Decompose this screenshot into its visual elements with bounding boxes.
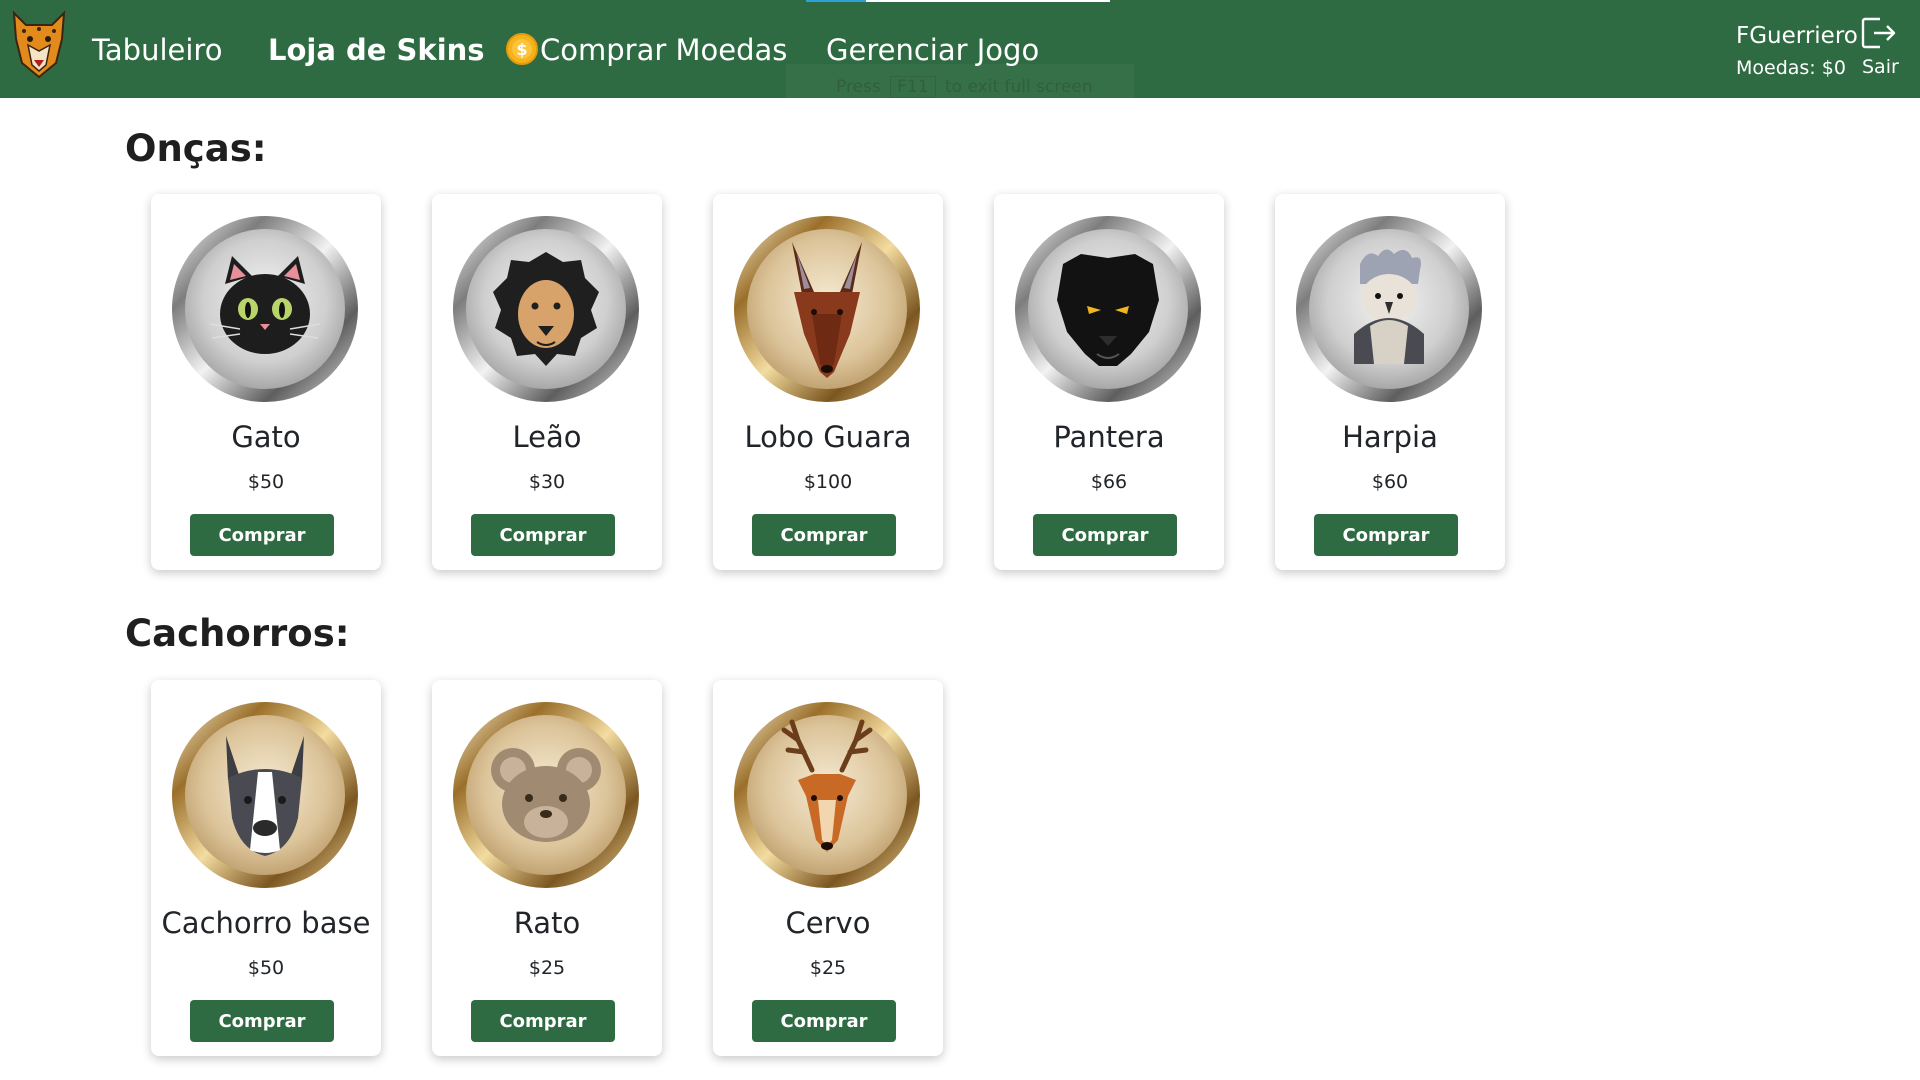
- user-name: FGuerriero: [1736, 23, 1858, 49]
- fullscreen-hint-suffix: to exit full screen: [944, 77, 1093, 97]
- skin-name: Cachorro base: [161, 906, 371, 940]
- nav-link-comprar-moedas-label: Comprar Moedas: [540, 33, 788, 67]
- maned-wolf-icon: [734, 216, 920, 402]
- fullscreen-hint-text: Press F11 to exit full screen: [836, 76, 1093, 98]
- buy-button[interactable]: Comprar: [471, 1000, 615, 1042]
- skin-card-gato: Gato $50 Comprar: [151, 194, 381, 570]
- buy-button[interactable]: Comprar: [471, 514, 615, 556]
- logout-icon[interactable]: [1860, 16, 1898, 50]
- nav-link-loja-de-skins[interactable]: Loja de Skins: [268, 30, 485, 70]
- fullscreen-hint-prefix: Press: [836, 77, 881, 97]
- skin-card-leao: Leão $30 Comprar: [432, 194, 662, 570]
- logout-button[interactable]: Sair: [1862, 54, 1899, 80]
- lion-icon: [453, 216, 639, 402]
- panther-icon: [1015, 216, 1201, 402]
- jaguar-logo-icon[interactable]: [8, 5, 70, 79]
- fullscreen-hint-key: F11: [890, 76, 936, 98]
- dog-icon: [172, 702, 358, 888]
- buy-button[interactable]: Comprar: [752, 1000, 896, 1042]
- skin-name: Gato: [231, 420, 301, 454]
- skin-price: $50: [247, 471, 285, 493]
- rat-icon: [453, 702, 639, 888]
- svg-text:$: $: [516, 40, 527, 59]
- nav-link-comprar-moedas[interactable]: $ Comprar Moedas: [506, 30, 787, 70]
- skin-name: Pantera: [1053, 420, 1165, 454]
- skin-card-pantera: Pantera $66 Comprar: [994, 194, 1224, 570]
- skin-name: Rato: [513, 906, 581, 940]
- user-coin-balance: Moedas: $0: [1736, 57, 1846, 79]
- section-title-cachorros: Cachorros:: [125, 612, 350, 655]
- buy-button[interactable]: Comprar: [190, 514, 334, 556]
- skin-price: $50: [247, 957, 285, 979]
- skin-name: Leão: [512, 420, 582, 454]
- deer-icon: [734, 702, 920, 888]
- skin-price: $25: [528, 957, 566, 979]
- skin-price: $60: [1371, 471, 1409, 493]
- skin-price: $66: [1090, 471, 1128, 493]
- section-title-oncas: Onças:: [125, 127, 267, 170]
- skin-card-cervo: Cervo $25 Comprar: [713, 680, 943, 1056]
- buy-button[interactable]: Comprar: [752, 514, 896, 556]
- fullscreen-indicator-accent: [806, 0, 866, 2]
- buy-button[interactable]: Comprar: [190, 1000, 334, 1042]
- harpy-eagle-icon: [1296, 216, 1482, 402]
- skin-name: Cervo: [785, 906, 871, 940]
- skin-card-harpia: Harpia $60 Comprar: [1275, 194, 1505, 570]
- fullscreen-hint: Press F11 to exit full screen: [786, 64, 1134, 118]
- skin-price: $25: [809, 957, 847, 979]
- coin-icon: $: [506, 33, 538, 65]
- skin-card-lobo-guara: Lobo Guara $100 Comprar: [713, 194, 943, 570]
- buy-button[interactable]: Comprar: [1314, 514, 1458, 556]
- skin-price: $100: [803, 471, 853, 493]
- buy-button[interactable]: Comprar: [1033, 514, 1177, 556]
- skin-card-cachorro-base: Cachorro base $50 Comprar: [151, 680, 381, 1056]
- nav-link-tabuleiro[interactable]: Tabuleiro: [92, 30, 222, 70]
- skin-name: Lobo Guara: [744, 420, 912, 454]
- cat-icon: [172, 216, 358, 402]
- skin-card-rato: Rato $25 Comprar: [432, 680, 662, 1056]
- skin-price: $30: [528, 471, 566, 493]
- skin-name: Harpia: [1342, 420, 1438, 454]
